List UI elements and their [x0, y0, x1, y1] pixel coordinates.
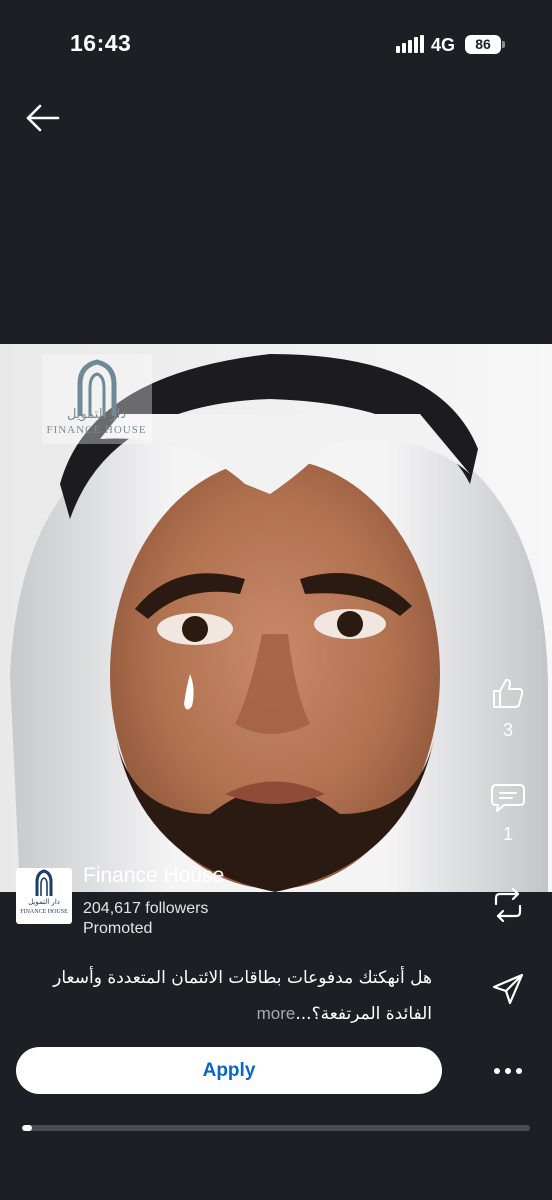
ad-media-image[interactable]: دار التمويل FINANCE HOUSE — [0, 344, 552, 892]
caption-line-1: هل أنهكتك مدفوعات بطاقات الائتمان المتعد… — [53, 968, 432, 988]
video-progress-fill — [22, 1125, 33, 1131]
post-caption: هل أنهكتك مدفوعات بطاقات الائتمان المتعد… — [16, 960, 432, 1032]
finance-house-logo-icon — [35, 869, 53, 896]
promoted-label: Promoted — [83, 920, 153, 937]
repost-button[interactable] — [486, 888, 530, 922]
status-bar: 16:43 4G 86 — [0, 0, 552, 90]
video-progress-bar[interactable] — [22, 1125, 530, 1131]
more-options-icon[interactable] — [490, 1058, 526, 1084]
cellular-signal-icon — [396, 35, 424, 53]
send-paper-plane-icon — [492, 973, 524, 1005]
apply-button[interactable]: Apply — [16, 1047, 442, 1094]
back-arrow-icon[interactable] — [24, 100, 64, 136]
like-button[interactable]: 3 — [486, 676, 530, 741]
comment-button[interactable]: 1 — [486, 782, 530, 845]
sponsor-logo-english-text: FINANCE HOUSE — [20, 909, 68, 915]
sponsor-name[interactable]: Finance House — [83, 864, 224, 888]
comment-bubble-icon — [491, 784, 525, 812]
sponsor-logo[interactable]: دار التمويل FINANCE HOUSE — [16, 868, 72, 924]
caption-line-2: الفائدة المرتفعة؟...more — [16, 996, 432, 1032]
like-count: 3 — [502, 720, 513, 740]
comment-count: 1 — [502, 824, 513, 844]
status-time: 16:43 — [70, 30, 132, 56]
watermark-arabic-text: دار التمويل — [66, 407, 126, 422]
caption-line-2-text: الفائدة المرتفعة؟... — [295, 1004, 432, 1024]
thumbs-up-icon — [493, 678, 524, 708]
sponsor-logo-arabic-text: دار التمويل — [28, 898, 60, 906]
send-button[interactable] — [486, 972, 530, 1006]
sponsor-followers: 204,617 followers — [83, 900, 209, 917]
see-more-link[interactable]: more — [257, 1004, 296, 1023]
battery-tip — [502, 41, 505, 48]
network-type-label: 4G — [431, 35, 456, 55]
watermark-english-text: FINANCE HOUSE — [46, 424, 147, 436]
repost-icon — [494, 888, 522, 922]
battery-icon: 86 — [465, 35, 501, 54]
